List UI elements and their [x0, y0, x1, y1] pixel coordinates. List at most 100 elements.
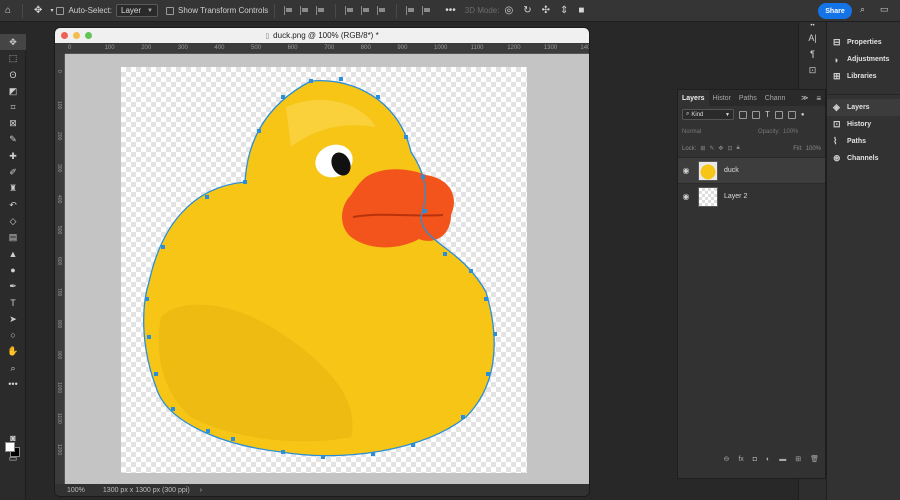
search-icon[interactable]: ⌕	[860, 4, 865, 15]
panel-item-libraries[interactable]: ⊞ Libraries	[827, 68, 900, 85]
chevron-down-icon[interactable]: ▾	[50, 7, 53, 14]
document-info[interactable]: 1300 px x 1300 px (300 ppi)	[103, 487, 190, 494]
lasso-tool-icon[interactable]: ʘ	[0, 67, 26, 83]
panel-menu-icon[interactable]: ≫	[797, 94, 812, 102]
eraser-tool-icon[interactable]: ◇	[0, 213, 26, 229]
layer-row-duck[interactable]: ◉ duck	[678, 157, 825, 183]
frame-tool-icon[interactable]: ⊠	[0, 115, 26, 131]
distribute-icon[interactable]	[406, 6, 416, 15]
dock-grip-icon[interactable]: ••	[799, 22, 826, 30]
align-left-icon[interactable]	[284, 6, 294, 15]
lock-transparent-icon[interactable]: ⊞	[700, 145, 705, 152]
tab-histor[interactable]: Histor	[709, 90, 735, 106]
clone-stamp-tool-icon[interactable]: ♜	[0, 181, 26, 197]
blend-mode-dropdown[interactable]: Normal	[682, 129, 752, 135]
panel-item-adjustments[interactable]: ◑ Adjustments	[827, 51, 900, 68]
fill-value[interactable]: 100%	[806, 146, 821, 152]
filter-toggle-icon[interactable]: ●	[801, 112, 805, 118]
layer-effects-icon[interactable]: fx	[738, 456, 743, 463]
blur-tool-icon[interactable]: ▲	[0, 246, 26, 262]
horizontal-ruler[interactable]: 0 100 200 300 400 500 600 700 800 900 1000 1100 1200…	[65, 44, 589, 54]
tab-paths[interactable]: Paths	[735, 90, 761, 106]
close-window-icon[interactable]	[61, 32, 68, 39]
new-group-icon[interactable]: ▬	[779, 456, 786, 463]
maximize-window-icon[interactable]	[85, 32, 92, 39]
type-tool-icon[interactable]: T	[0, 295, 26, 311]
foreground-color-swatch[interactable]	[5, 442, 15, 452]
3d-slide-icon[interactable]: ⇕	[560, 5, 568, 16]
workspace-icon[interactable]: ▭	[880, 4, 889, 15]
align-top-icon[interactable]	[345, 6, 355, 15]
lock-image-icon[interactable]: ✎	[709, 145, 714, 152]
shape-filter-icon[interactable]	[774, 110, 783, 119]
share-button[interactable]: Share	[818, 3, 852, 19]
brush-tool-icon[interactable]: ✐	[0, 164, 26, 180]
panel-item-history[interactable]: ⊡ History	[827, 116, 900, 133]
chevron-right-icon[interactable]: ›	[200, 487, 202, 494]
zoom-level[interactable]: 100%	[67, 487, 85, 494]
lock-all-icon[interactable]: 🔒︎	[736, 145, 739, 152]
auto-select-checkbox[interactable]	[56, 6, 65, 15]
history-brush-tool-icon[interactable]: ↶	[0, 197, 26, 213]
opacity-value[interactable]: 100%	[783, 129, 798, 135]
panel-options-icon[interactable]: ≡	[812, 94, 825, 103]
hand-tool-icon[interactable]: ✋	[0, 344, 26, 360]
healing-brush-tool-icon[interactable]: ✚	[0, 148, 26, 164]
add-mask-icon[interactable]: ◘	[753, 456, 757, 463]
visibility-eye-icon[interactable]: ◉	[678, 166, 694, 175]
kind-filter-dropdown[interactable]: ⌕ Kind ▼	[682, 109, 734, 120]
pixel-filter-icon[interactable]	[739, 110, 747, 119]
tab-chann[interactable]: Chann	[761, 90, 790, 106]
align-center-icon[interactable]	[300, 6, 310, 15]
show-transform-checkbox[interactable]	[166, 6, 174, 15]
brush-settings-icon[interactable]: ⊡	[799, 62, 826, 78]
canvas[interactable]	[121, 67, 527, 473]
shape-tool-icon[interactable]: ○	[0, 327, 26, 343]
3d-pan-icon[interactable]: ✣	[542, 5, 550, 16]
panel-item-properties[interactable]: ⊟ Properties	[827, 34, 900, 51]
home-icon[interactable]: ⌂	[5, 5, 11, 16]
new-layer-icon[interactable]: ⊞	[795, 455, 801, 463]
align-right-icon[interactable]	[316, 6, 326, 15]
screen-mode-icon[interactable]: ▭	[0, 450, 26, 466]
adjustment-layer-icon[interactable]: ◐	[766, 456, 770, 463]
align-middle-icon[interactable]	[361, 6, 371, 15]
more-options-icon[interactable]: •••	[445, 5, 456, 16]
distribute-icon[interactable]	[422, 6, 432, 15]
align-bottom-icon[interactable]	[377, 6, 387, 15]
marquee-tool-icon[interactable]: ⬚	[0, 50, 26, 66]
vertical-ruler[interactable]: 0 100 200 300 400 500 600 700 800 900 1000 1100 1200	[55, 54, 65, 486]
object-selection-tool-icon[interactable]: ◩	[0, 83, 26, 99]
tab-layers[interactable]: Layers	[678, 90, 709, 106]
visibility-eye-icon[interactable]: ◉	[678, 192, 694, 201]
adjustment-filter-icon[interactable]	[752, 110, 760, 119]
eyedropper-tool-icon[interactable]: ✎	[0, 132, 26, 148]
document-tab[interactable]: ▯ duck.png @ 100% (RGB/8*) *	[55, 28, 589, 43]
auto-select-target-dropdown[interactable]: Layer ▼	[116, 4, 158, 17]
pen-tool-icon[interactable]: ✒	[0, 278, 26, 294]
panel-item-paths[interactable]: ⌇ Paths	[827, 133, 900, 150]
3d-orbit-icon[interactable]: ◎	[504, 5, 513, 16]
more-tools-icon[interactable]: •••	[0, 376, 26, 392]
smart-object-filter-icon[interactable]	[787, 110, 796, 119]
dodge-tool-icon[interactable]: ●	[0, 262, 26, 278]
path-selection-tool-icon[interactable]: ➤	[0, 311, 26, 327]
paragraph-panel-icon[interactable]: ¶	[799, 46, 826, 62]
panel-item-channels[interactable]: ⊛ Channels	[827, 150, 900, 167]
delete-layer-icon[interactable]: 🗑︎	[810, 455, 819, 463]
panel-item-layers[interactable]: ◈ Layers	[827, 99, 900, 116]
gradient-tool-icon[interactable]: ▤	[0, 230, 26, 246]
lock-position-icon[interactable]: ✥	[718, 145, 723, 152]
layer-row-layer-2[interactable]: ◉ Layer 2	[678, 183, 825, 209]
3d-scale-icon[interactable]: ■	[578, 5, 584, 16]
link-layers-icon[interactable]: ⊖	[723, 455, 729, 463]
crop-tool-icon[interactable]: ⌗	[0, 99, 26, 115]
character-panel-icon[interactable]: A|	[799, 30, 826, 46]
move-tool-icon[interactable]: ✥	[34, 5, 42, 16]
minimize-window-icon[interactable]	[73, 32, 80, 39]
zoom-tool-icon[interactable]: ⌕	[0, 360, 26, 376]
type-filter-icon[interactable]: T	[765, 110, 770, 119]
lock-artboard-icon[interactable]: ⊡	[727, 145, 732, 152]
3d-roll-icon[interactable]: ↻	[523, 5, 531, 16]
move-tool-icon[interactable]: ✥	[0, 34, 26, 51]
